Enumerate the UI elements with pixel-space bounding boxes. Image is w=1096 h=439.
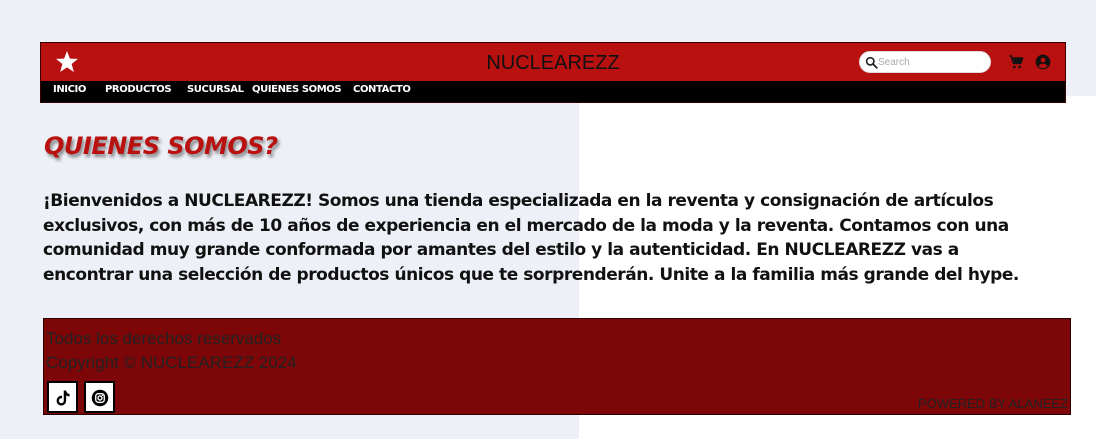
nav-item-quienes-somos[interactable]: QUIENES SOMOS: [252, 84, 342, 95]
nav-item-sucursal[interactable]: SUCURSAL: [187, 84, 244, 95]
header-topbar: NUCLEAREZZ: [41, 43, 1065, 81]
search-box[interactable]: [859, 51, 991, 73]
footer-copyright: Copyright © NUCLEAREZZ 2024: [46, 353, 297, 372]
user-account-icon[interactable]: [1035, 54, 1051, 70]
tiktok-icon: [56, 390, 70, 406]
search-input[interactable]: [878, 54, 983, 70]
instagram-icon: [91, 389, 109, 407]
site-header: NUCLEAREZZ INICIO PRODUCTOS SUCURSAL QUI…: [40, 42, 1066, 103]
site-footer: Todos los derechos reservados Copyright …: [43, 318, 1071, 415]
cart-icon[interactable]: [1008, 54, 1024, 70]
search-icon: [865, 56, 878, 69]
nav-item-productos[interactable]: PRODUCTOS: [105, 84, 172, 95]
nav-item-inicio[interactable]: INICIO: [53, 84, 86, 95]
footer-rights: Todos los derechos reservados: [46, 329, 282, 348]
instagram-link[interactable]: [84, 381, 115, 413]
tiktok-link[interactable]: [47, 381, 78, 413]
powered-by-credit: POWERED BY ALANEEZ: [917, 396, 1068, 411]
about-paragraph: ¡Bienvenidos a NUCLEAREZZ! Somos una tie…: [43, 191, 1019, 285]
main-navigation: INICIO PRODUCTOS SUCURSAL QUIENES SOMOS …: [41, 81, 1065, 102]
page-title: QUIENES SOMOS?: [44, 132, 278, 160]
nav-item-contacto[interactable]: CONTACTO: [353, 84, 411, 95]
